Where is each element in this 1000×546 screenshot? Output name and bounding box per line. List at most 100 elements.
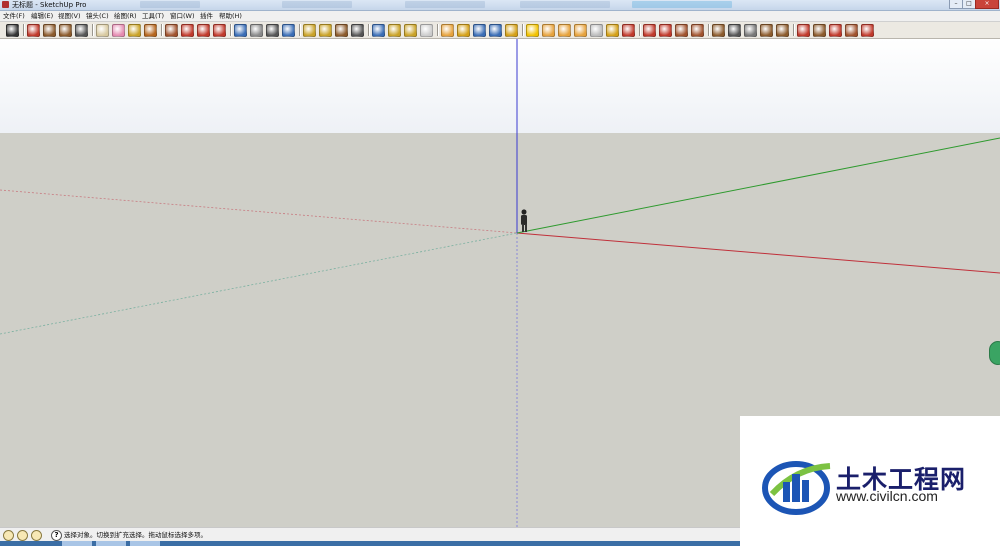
section-plane-icon[interactable] — [542, 24, 555, 37]
maximize-button[interactable]: □ — [962, 0, 976, 9]
extension-icon[interactable] — [505, 24, 518, 37]
share-component-icon[interactable] — [489, 24, 502, 37]
background-window-tab — [520, 1, 610, 8]
menu-camera[interactable]: 镜头(C) — [86, 12, 109, 20]
flag-icon[interactable] — [558, 24, 571, 37]
sphere-icon[interactable] — [590, 24, 603, 37]
eraser-icon[interactable] — [112, 24, 125, 37]
menu-bar: 文件(F) 编辑(E) 视图(V) 镜头(C) 绘图(R) 工具(T) 窗口(W… — [0, 11, 1000, 22]
watermark-url: www.civilcn.com — [836, 488, 938, 504]
color-wheel-icon[interactable] — [622, 24, 635, 37]
model-info-icon[interactable] — [441, 24, 454, 37]
toolbar-separator — [161, 24, 162, 36]
scale-figure[interactable] — [521, 209, 527, 232]
tape-measure-icon[interactable] — [128, 24, 141, 37]
os-taskbar — [0, 541, 740, 546]
smoove-icon[interactable] — [797, 24, 810, 37]
x-ray-icon[interactable] — [388, 24, 401, 37]
background-window-tab — [632, 1, 732, 8]
drape-icon[interactable] — [776, 24, 789, 37]
make-component-icon[interactable] — [96, 24, 109, 37]
circle-icon[interactable] — [59, 24, 72, 37]
pan-icon[interactable] — [250, 24, 263, 37]
rotate-icon[interactable] — [197, 24, 210, 37]
push-pull-icon[interactable] — [165, 24, 178, 37]
toolbar-separator — [92, 24, 93, 36]
green-axis-negative — [0, 232, 518, 335]
taskbar-item[interactable] — [130, 541, 160, 546]
look-around-icon[interactable] — [351, 24, 364, 37]
green-axis — [516, 137, 1000, 234]
axis-tool-icon[interactable] — [691, 24, 704, 37]
status-bar: ? 选择对象。切换到扩充选择。拖动鼠标选择多项。 — [0, 527, 740, 542]
arc-icon[interactable] — [75, 24, 88, 37]
position-camera-icon[interactable] — [372, 24, 385, 37]
wireframe-icon[interactable] — [420, 24, 433, 37]
red-axis-negative — [0, 189, 518, 234]
text-icon[interactable] — [675, 24, 688, 37]
toolbar-separator — [639, 24, 640, 36]
add-detail-icon[interactable] — [829, 24, 842, 37]
instructor-help-icon[interactable]: ? — [51, 530, 62, 541]
user-account-icon[interactable] — [31, 530, 42, 541]
main-toolbar — [0, 22, 1000, 39]
toolbar-separator — [522, 24, 523, 36]
iso-view-icon[interactable] — [303, 24, 316, 37]
red-axis — [516, 232, 1000, 274]
window-title: 无标题 - SketchUp Pro — [12, 1, 87, 9]
offset-icon[interactable] — [712, 24, 725, 37]
share-model-icon[interactable] — [473, 24, 486, 37]
toolbar-separator — [368, 24, 369, 36]
floating-side-widget[interactable] — [989, 341, 1000, 365]
geo-location-icon[interactable] — [3, 530, 14, 541]
minimize-button[interactable]: – — [949, 0, 963, 9]
sandbox-icon[interactable] — [606, 24, 619, 37]
toolbar-separator — [437, 24, 438, 36]
menu-edit[interactable]: 编辑(E) — [31, 12, 53, 20]
menu-view[interactable]: 视图(V) — [58, 12, 81, 20]
menu-plugins[interactable]: 插件 — [200, 12, 213, 20]
toolbar-separator — [23, 24, 24, 36]
credits-icon[interactable] — [17, 530, 28, 541]
sketchup-app-icon — [2, 1, 9, 8]
orbit-icon[interactable] — [234, 24, 247, 37]
axes-icon[interactable] — [574, 24, 587, 37]
select-icon[interactable] — [6, 24, 19, 37]
warehouse-icon[interactable] — [457, 24, 470, 37]
help-icon[interactable] — [861, 24, 874, 37]
background-window-tab — [282, 1, 352, 8]
menu-draw[interactable]: 绘图(R) — [114, 12, 137, 20]
watermark: 土木工程网 www.civilcn.com — [740, 416, 1000, 546]
title-bar: 无标题 - SketchUp Pro – □ × — [0, 0, 1000, 11]
paint-bucket-icon[interactable] — [144, 24, 157, 37]
follow-me-icon[interactable] — [213, 24, 226, 37]
walk-icon[interactable] — [335, 24, 348, 37]
menu-help[interactable]: 帮助(H) — [219, 12, 242, 20]
menu-tools[interactable]: 工具(T) — [142, 12, 164, 20]
status-text: 选择对象。切换到扩充选择。拖动鼠标选择多项。 — [64, 531, 207, 539]
from-contours-icon[interactable] — [845, 24, 858, 37]
intersect-icon[interactable] — [728, 24, 741, 37]
toolbar-separator — [708, 24, 709, 36]
close-button[interactable]: × — [975, 0, 999, 9]
top-view-icon[interactable] — [319, 24, 332, 37]
move-icon[interactable] — [181, 24, 194, 37]
zoom-icon[interactable] — [266, 24, 279, 37]
menu-file[interactable]: 文件(F) — [3, 12, 25, 20]
background-window-tab — [405, 1, 485, 8]
toolbar-separator — [299, 24, 300, 36]
toolbar-separator — [793, 24, 794, 36]
taskbar-item[interactable] — [62, 541, 92, 546]
sun-icon[interactable] — [526, 24, 539, 37]
solid-tools-icon[interactable] — [744, 24, 757, 37]
stamp-icon[interactable] — [760, 24, 773, 37]
menu-window[interactable]: 窗口(W) — [170, 12, 195, 20]
back-edges-icon[interactable] — [404, 24, 417, 37]
taskbar-item[interactable] — [96, 541, 126, 546]
dimension-icon[interactable] — [643, 24, 656, 37]
pencil-icon[interactable] — [27, 24, 40, 37]
zoom-extents-icon[interactable] — [282, 24, 295, 37]
flip-edge-icon[interactable] — [813, 24, 826, 37]
protractor-icon[interactable] — [659, 24, 672, 37]
rectangle-icon[interactable] — [43, 24, 56, 37]
